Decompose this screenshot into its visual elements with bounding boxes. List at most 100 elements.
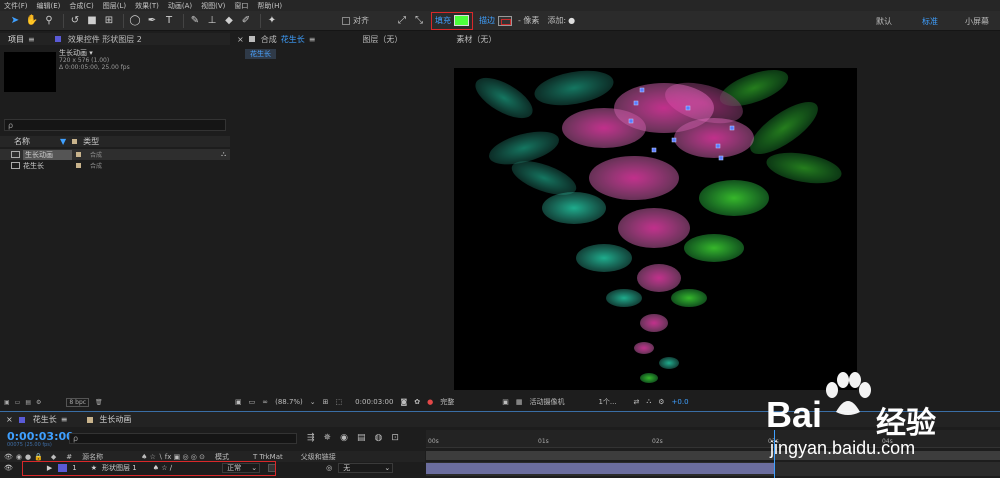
color-icon[interactable]: ✿ (414, 398, 420, 406)
pen-tool-icon[interactable]: ✒ (145, 14, 159, 28)
type-tool-icon[interactable]: T (162, 14, 176, 28)
draft-3d-icon[interactable]: ✵ (324, 433, 332, 443)
mask-icon[interactable]: ∞ (262, 398, 268, 406)
eraser-tool-icon[interactable]: ◆ (222, 14, 236, 28)
sort-arrow-icon[interactable]: ▼ (60, 137, 66, 146)
menu-composition[interactable]: 合成(C) (69, 1, 93, 11)
tab-effect-controls[interactable]: 效果控件 形状图层 2 (68, 34, 142, 45)
tab-timeline-growth[interactable]: 生长动画 (99, 414, 131, 425)
roto-brush-tool-icon[interactable]: ✐ (239, 14, 253, 28)
transparency-grid-icon[interactable]: ▦ (516, 398, 523, 406)
workspace-small-screen[interactable]: 小屏幕 (965, 11, 989, 31)
stroke-width[interactable]: - 像素 (518, 15, 539, 26)
brush-tool-icon[interactable]: ✎ (188, 14, 202, 28)
region-icon[interactable]: ⬚ (336, 398, 343, 406)
tab-timeline-flower[interactable]: 花生长 (33, 414, 57, 425)
layer-duration-bar[interactable] (426, 463, 774, 474)
fast-preview-icon[interactable]: ▣ (502, 398, 509, 406)
current-time[interactable]: 0:00:03:00 (355, 398, 393, 406)
panel-menu-icon[interactable]: ≡ (309, 35, 316, 44)
list-item[interactable]: 生长动画 合成 ⛬ (0, 149, 230, 160)
new-folder-icon[interactable]: ▭ (15, 399, 21, 406)
snap-icon[interactable]: ⤢ (395, 14, 409, 28)
zoom-dropdown[interactable]: (88.7%) (275, 398, 303, 406)
menu-help[interactable]: 帮助(H) (257, 1, 282, 11)
menu-animation[interactable]: 动画(A) (168, 1, 192, 11)
tab-project[interactable]: 项目 (8, 34, 24, 45)
flowchart-icon[interactable]: ⛬ (646, 397, 651, 406)
project-search-input[interactable]: ρ (4, 119, 226, 131)
close-icon[interactable]: × (237, 35, 244, 44)
reset-exposure-icon[interactable]: ⚙ (658, 398, 664, 406)
workspace-default[interactable]: 默认 (876, 11, 892, 31)
timeline-search-input[interactable]: ρ (69, 433, 297, 444)
shy-icon[interactable]: ◉ (340, 433, 348, 443)
toggle-icon[interactable]: ⇄ (633, 398, 639, 406)
camera-dropdown[interactable]: 活动摄像机 (529, 397, 591, 407)
menu-file[interactable]: 文件(F) (4, 1, 28, 11)
column-type[interactable]: 类型 (83, 136, 99, 147)
tab-footage[interactable]: 素材（无） (456, 34, 496, 45)
visibility-icon[interactable]: 👁 (4, 464, 13, 472)
interpret-footage-icon[interactable]: ▣ (4, 399, 10, 406)
item-type: 合成 (90, 163, 103, 170)
pan-behind-tool-icon[interactable]: ⊞ (102, 14, 116, 28)
flowchart-icon[interactable]: ⛬ (221, 150, 226, 159)
stroke-option[interactable]: 描边 (479, 15, 512, 26)
stroke-color-swatch[interactable] (498, 15, 512, 26)
parent-dropdown[interactable]: 无 ⌄ (338, 463, 394, 473)
fill-option[interactable]: 填充 (431, 11, 473, 30)
new-composition-icon[interactable]: ▤ (25, 399, 31, 406)
composition-canvas[interactable] (454, 68, 857, 390)
frame-blending-icon[interactable]: ▤ (357, 433, 366, 443)
views-dropdown[interactable]: 1个... (598, 397, 626, 407)
menu-effect[interactable]: 效果(T) (135, 1, 159, 11)
grid-icon[interactable]: ⊞ (323, 398, 329, 406)
tab-layer[interactable]: 图层（无） (362, 34, 402, 45)
bit-depth-button[interactable]: 8 bpc (66, 397, 90, 407)
column-trkmat[interactable]: T TrkMat (253, 453, 283, 461)
camera-tool-icon[interactable]: ■ (85, 14, 99, 28)
chevron-down-icon[interactable]: ⌄ (310, 398, 316, 406)
resolution-dropdown[interactable]: 完整 (440, 397, 495, 407)
column-mode[interactable]: 模式 (215, 452, 229, 462)
panel-menu-icon[interactable]: ≡ (28, 35, 35, 44)
adjust-settings-icon[interactable]: ⚙ (36, 399, 41, 406)
breadcrumb[interactable]: 花生长 (245, 49, 276, 59)
graph-editor-icon[interactable]: ⊡ (391, 433, 399, 443)
column-parent[interactable]: 父级和链接 (301, 452, 336, 462)
selection-tool-icon[interactable]: ➤ (8, 14, 22, 28)
column-name[interactable]: 名称 (14, 136, 30, 147)
align-checkbox[interactable] (342, 16, 350, 25)
puppet-pin-tool-icon[interactable]: ✦ (265, 14, 279, 28)
comp-mini-flowchart-icon[interactable]: ⇶ (307, 433, 315, 443)
menu-view[interactable]: 视图(V) (201, 1, 225, 11)
menu-edit[interactable]: 编辑(E) (37, 1, 61, 11)
fill-color-swatch[interactable] (454, 15, 469, 26)
motion-blur-icon[interactable]: ◍ (374, 433, 382, 443)
lock-icon[interactable] (248, 36, 255, 42)
column-source-name[interactable]: 源名称 (82, 452, 103, 462)
always-preview-icon[interactable]: ▣ (235, 398, 242, 406)
list-item[interactable]: 花生长 合成 (0, 160, 230, 171)
close-icon[interactable]: × (6, 415, 13, 424)
selected-item-name: 生长动画 (59, 49, 87, 57)
ellipse-tool-icon[interactable]: ◯ (128, 14, 142, 28)
add-menu-icon[interactable]: ● (568, 16, 575, 25)
rotate-tool-icon[interactable]: ↺ (68, 14, 82, 28)
snap-options-icon[interactable]: ⤡ (412, 14, 426, 28)
tab-composition[interactable]: 花生长 (281, 34, 305, 45)
hand-tool-icon[interactable]: ✋ (25, 14, 39, 28)
exposure-value[interactable]: +0.0 (672, 398, 689, 406)
monitor-icon[interactable]: ▭ (249, 398, 256, 406)
menu-window[interactable]: 窗口 (234, 1, 248, 11)
clone-stamp-tool-icon[interactable]: ⊥ (205, 14, 219, 28)
panel-menu-icon[interactable]: ≡ (61, 415, 68, 424)
workspace-standard[interactable]: 标准 (922, 11, 938, 31)
snapshot-icon[interactable]: ◙ (400, 398, 407, 406)
pickwhip-icon[interactable]: ◎ (326, 464, 332, 472)
trash-icon[interactable]: 🗑 (95, 399, 103, 406)
menu-layer[interactable]: 图层(L) (103, 1, 126, 11)
zoom-tool-icon[interactable]: ⚲ (42, 14, 56, 28)
channel-icon[interactable]: ● (427, 398, 433, 406)
